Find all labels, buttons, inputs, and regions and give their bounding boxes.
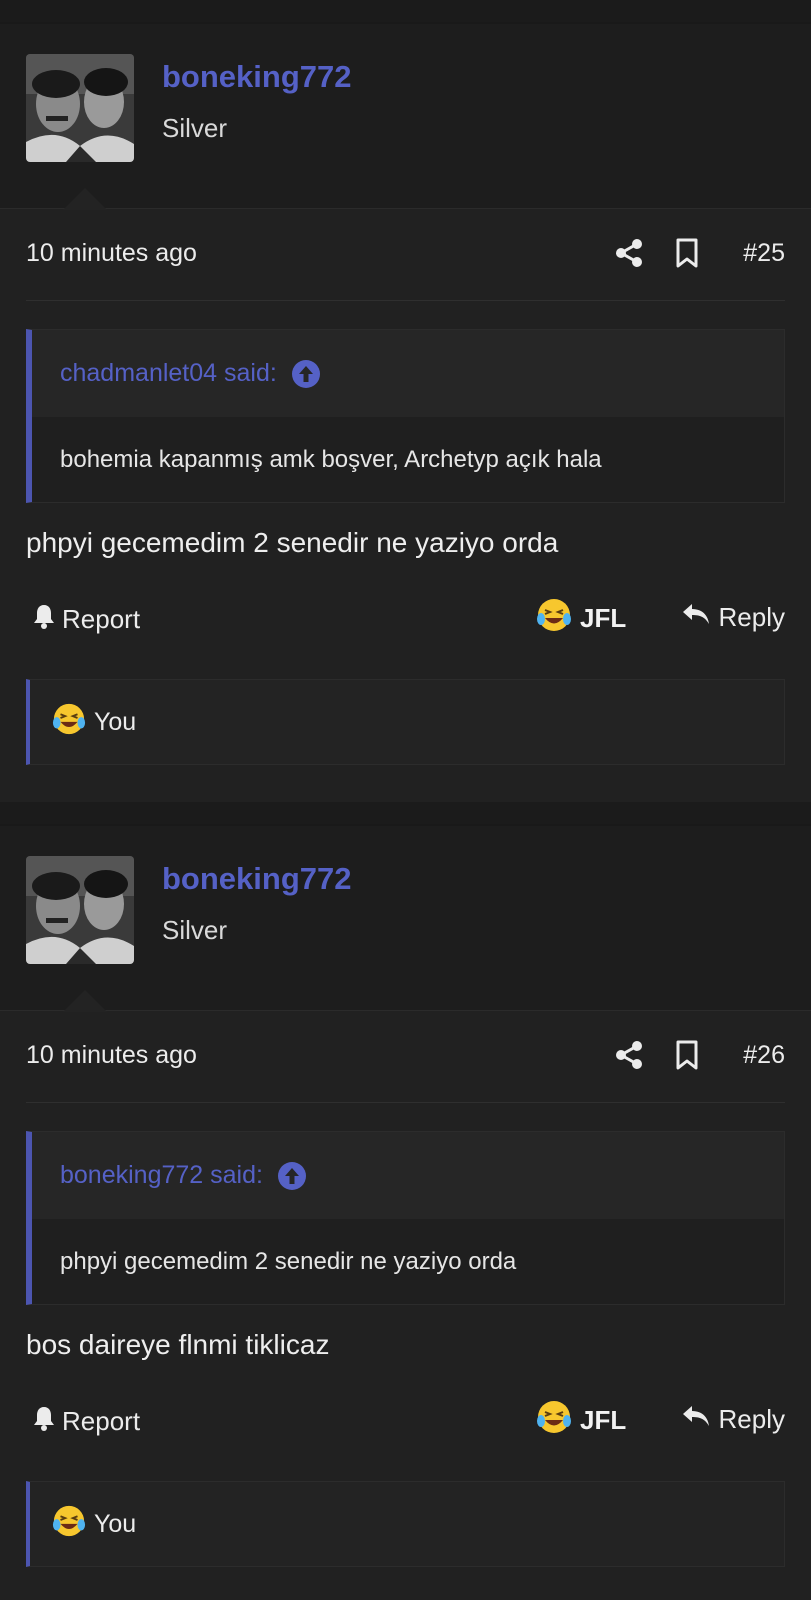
reply-button[interactable]: Reply	[681, 1403, 785, 1436]
reaction-button[interactable]: JFL	[536, 1399, 626, 1442]
username[interactable]: boneking772	[162, 59, 352, 95]
reactions-users: You	[94, 1509, 137, 1538]
bell-icon	[32, 1405, 62, 1438]
bookmark-icon[interactable]	[673, 237, 701, 269]
share-icon[interactable]	[613, 1039, 645, 1071]
report-button[interactable]: Report	[32, 1405, 140, 1438]
laughing-crying-emoji-icon	[536, 597, 580, 640]
pointer-arrow	[63, 990, 107, 1012]
post-number[interactable]: #25	[743, 239, 785, 268]
quote-block: boneking772 said: phpyi gecemedim 2 sene…	[26, 1131, 785, 1305]
quote-author[interactable]: chadmanlet04 said:	[60, 359, 277, 388]
post: boneking772 Silver 10 minutes ago #26 bo…	[0, 824, 811, 1600]
avatar[interactable]	[26, 54, 134, 162]
report-label: Report	[62, 1406, 141, 1436]
post-message: phpyi gecemedim 2 senedir ne yaziyo orda	[26, 527, 559, 558]
user-header: boneking772 Silver	[0, 826, 811, 1012]
report-label: Report	[62, 604, 141, 634]
quote-block: chadmanlet04 said: bohemia kapanmış amk …	[26, 329, 785, 503]
post-actions: Report JFL Reply	[26, 1369, 785, 1465]
bell-icon	[32, 603, 62, 636]
reply-label: Reply	[718, 1404, 785, 1434]
post: boneking772 Silver 10 minutes ago #25 ch…	[0, 22, 811, 802]
laughing-crying-emoji-icon	[52, 1504, 94, 1545]
post-time[interactable]: 10 minutes ago	[26, 239, 197, 268]
quote-header: boneking772 said:	[32, 1132, 784, 1219]
post-meta: 10 minutes ago #26	[26, 1011, 785, 1103]
reaction-label: JFL	[580, 603, 627, 633]
reactions-list[interactable]: You	[26, 679, 785, 765]
arrow-up-circle-icon[interactable]	[291, 359, 321, 389]
user-header: boneking772 Silver	[0, 24, 811, 210]
report-button[interactable]: Report	[32, 603, 140, 636]
reply-arrow-icon	[681, 1403, 719, 1436]
post-time[interactable]: 10 minutes ago	[26, 1041, 197, 1070]
quote-text: phpyi gecemedim 2 senedir ne yaziyo orda	[32, 1219, 784, 1304]
laughing-crying-emoji-icon	[536, 1399, 580, 1442]
share-icon[interactable]	[613, 237, 645, 269]
pointer-arrow	[63, 188, 107, 210]
post-number[interactable]: #26	[743, 1041, 785, 1070]
quote-text: bohemia kapanmış amk boşver, Archetyp aç…	[32, 417, 784, 502]
laughing-crying-emoji-icon	[52, 702, 94, 743]
reaction-button[interactable]: JFL	[536, 597, 626, 640]
reactions-users: You	[94, 707, 137, 736]
reply-label: Reply	[718, 602, 785, 632]
reactions-list[interactable]: You	[26, 1481, 785, 1567]
quote-author[interactable]: boneking772 said:	[60, 1161, 263, 1190]
reply-button[interactable]: Reply	[681, 601, 785, 634]
reaction-label: JFL	[580, 1405, 627, 1435]
post-actions: Report JFL Reply	[26, 567, 785, 663]
post-message: bos daireye flnmi tiklicaz	[26, 1329, 330, 1360]
user-title: Silver	[162, 113, 228, 143]
post-meta: 10 minutes ago #25	[26, 209, 785, 301]
quote-header: chadmanlet04 said:	[32, 330, 784, 417]
user-title: Silver	[162, 915, 228, 945]
reply-arrow-icon	[681, 601, 719, 634]
arrow-up-circle-icon[interactable]	[277, 1161, 307, 1191]
avatar[interactable]	[26, 856, 134, 964]
username[interactable]: boneking772	[162, 861, 352, 897]
bookmark-icon[interactable]	[673, 1039, 701, 1071]
